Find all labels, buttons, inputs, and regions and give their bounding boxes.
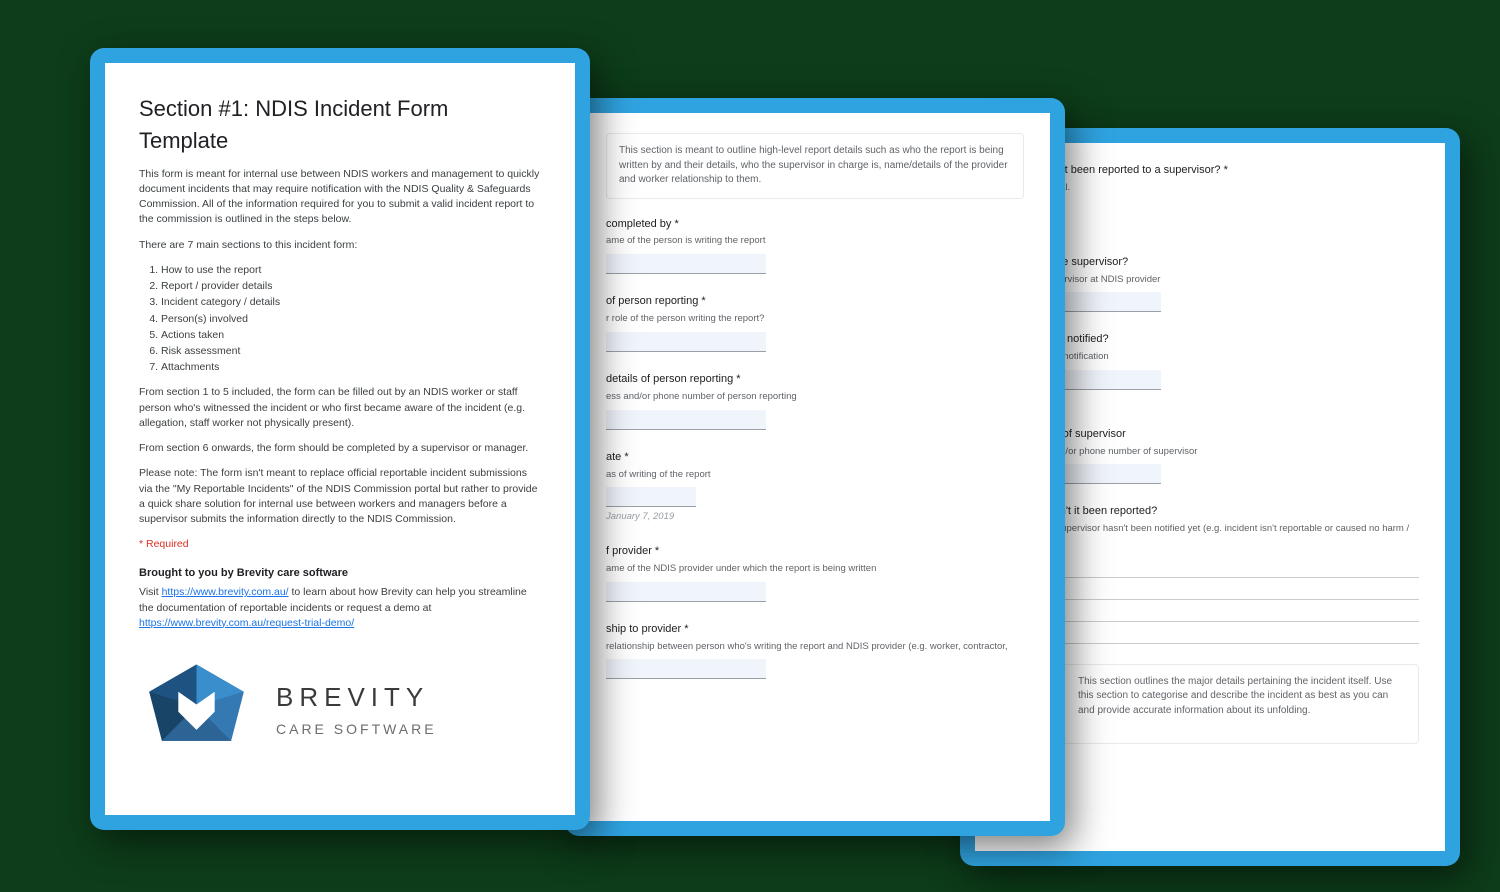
sections-list: How to use the report Report / provider … <box>161 263 541 376</box>
field-label: details of person reporting * <box>606 372 1024 388</box>
list-item: Risk assessment <box>161 344 541 359</box>
brevity-logo-text: BREVITY CARE SOFTWARE <box>276 679 437 739</box>
field-relationship: ship to provider * relationship between … <box>606 622 1024 680</box>
field-desc: relationship between person who's writin… <box>606 640 1024 654</box>
note-paragraph: Please note: The form isn't meant to rep… <box>139 466 541 527</box>
list-item: Actions taken <box>161 328 541 343</box>
field-provider: f provider * ame of the NDIS provider un… <box>606 544 1024 602</box>
brevity-link-1[interactable]: https://www.brevity.com.au/ <box>162 586 289 598</box>
required-note: * Required <box>139 537 541 552</box>
text-input[interactable] <box>606 582 766 602</box>
brought-heading: Brought to you by Brevity care software <box>139 566 541 582</box>
brought-text: Visit <box>139 586 162 598</box>
brevity-logo-icon <box>139 659 254 759</box>
list-item: Incident category / details <box>161 295 541 310</box>
list-item: Person(s) involved <box>161 312 541 327</box>
text-input[interactable] <box>606 410 766 430</box>
field-desc: ame of the person is writing the report <box>606 234 1024 248</box>
field-desc: as of writing of the report <box>606 468 1024 482</box>
field-date: ate * as of writing of the report Januar… <box>606 450 1024 524</box>
field-desc: ame of the NDIS provider under which the… <box>606 562 1024 576</box>
logo-line-2: CARE SOFTWARE <box>276 719 437 739</box>
section-3-desc: This section outlines the major details … <box>1078 675 1406 733</box>
text-input[interactable] <box>606 332 766 352</box>
text-input[interactable] <box>606 254 766 274</box>
document-stack: s this incident been reported to a super… <box>0 0 1500 892</box>
fill-paragraph: From section 1 to 5 included, the form c… <box>139 385 541 431</box>
field-desc: r role of the person writing the report? <box>606 312 1024 326</box>
list-item: Report / provider details <box>161 279 541 294</box>
field-example: January 7, 2019 <box>606 510 1024 524</box>
field-desc: ess and/or phone number of person report… <box>606 390 1024 404</box>
sections-lead: There are 7 main sections to this incide… <box>139 238 541 253</box>
field-label: of person reporting * <box>606 294 1024 310</box>
field-label: completed by * <box>606 217 1024 233</box>
from6-paragraph: From section 6 onwards, the form should … <box>139 441 541 456</box>
field-label: f provider * <box>606 544 1024 560</box>
page-title: Section #1: NDIS Incident Form Template <box>139 93 541 157</box>
logo-line-1: BREVITY <box>276 679 437 717</box>
intro-paragraph: This form is meant for internal use betw… <box>139 167 541 228</box>
list-item: Attachments <box>161 360 541 375</box>
page-2: This section is meant to outline high-le… <box>580 113 1050 821</box>
page-1: Section #1: NDIS Incident Form Template … <box>105 63 575 815</box>
field-completed-by: completed by * ame of the person is writ… <box>606 217 1024 275</box>
brevity-logo: BREVITY CARE SOFTWARE <box>139 659 541 759</box>
date-input[interactable] <box>606 487 696 507</box>
list-item: How to use the report <box>161 263 541 278</box>
field-role-reporting: of person reporting * r role of the pers… <box>606 294 1024 352</box>
text-input[interactable] <box>606 659 766 679</box>
field-details-reporting: details of person reporting * ess and/or… <box>606 372 1024 430</box>
brought-paragraph: Visit https://www.brevity.com.au/ to lea… <box>139 585 541 631</box>
brevity-link-2[interactable]: https://www.brevity.com.au/request-trial… <box>139 617 354 629</box>
field-label: ate * <box>606 450 1024 466</box>
field-label: ship to provider * <box>606 622 1024 638</box>
section-2-intro-box: This section is meant to outline high-le… <box>606 133 1024 199</box>
